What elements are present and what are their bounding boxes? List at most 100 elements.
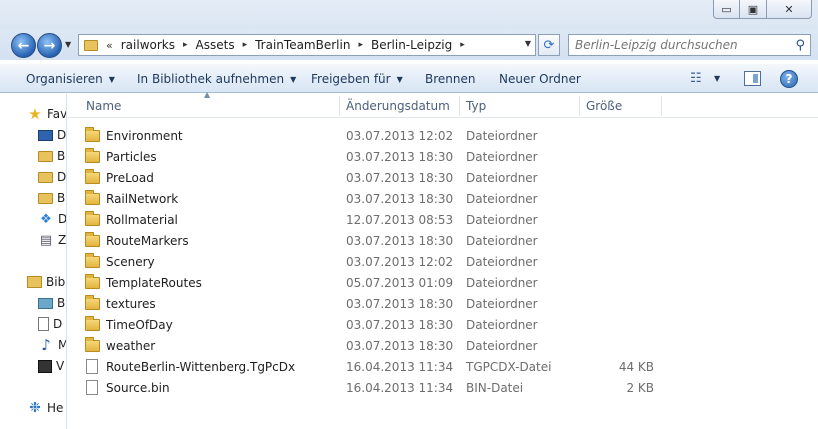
- computer-icon: ▤: [39, 232, 53, 248]
- recent-pages-dropdown[interactable]: ▼: [65, 40, 71, 49]
- preview-pane-icon[interactable]: [744, 71, 761, 86]
- breadcrumb-railworks[interactable]: railworks ▸: [121, 38, 196, 52]
- file-row[interactable]: textures 03.07.2013 18:30 Dateiordner: [68, 293, 818, 314]
- file-size: [580, 230, 654, 251]
- file-size: [580, 251, 654, 272]
- folder-icon: [38, 150, 53, 162]
- view-options-icon[interactable]: ☷: [690, 71, 702, 86]
- column-header-size[interactable]: Größe: [580, 94, 660, 118]
- file-name-cell: weather: [85, 335, 155, 356]
- breadcrumb-berlin-leipzig[interactable]: Berlin-Leipzig ▸: [371, 38, 473, 52]
- column-divider[interactable]: [661, 96, 662, 116]
- nav-videos[interactable]: V: [38, 356, 64, 376]
- nav-pictures[interactable]: B: [38, 293, 65, 313]
- file-date: 03.07.2013 18:30: [346, 149, 454, 164]
- file-name: RouteBerlin-Wittenberg.TgPcDx: [106, 359, 296, 374]
- file-row[interactable]: RouteBerlin-Wittenberg.TgPcDx 16.04.2013 …: [68, 356, 818, 377]
- minimize-button[interactable]: ▭: [713, 0, 740, 19]
- add-to-library-button[interactable]: In Bibliothek aufnehmen ▼: [137, 64, 296, 94]
- nav-favorite-folder[interactable]: B: [38, 188, 65, 208]
- chevron-down-icon: ▼: [396, 74, 403, 84]
- nav-libraries[interactable]: Bib: [27, 272, 65, 292]
- file-type: Dateiordner: [466, 149, 538, 164]
- file-row[interactable]: RailNetwork 03.07.2013 18:30 Dateiordner: [68, 188, 818, 209]
- organize-button[interactable]: Organisieren ▼: [26, 64, 115, 94]
- file-name-cell: Particles: [85, 146, 157, 167]
- column-header-date[interactable]: Änderungsdatum: [340, 94, 458, 118]
- nav-recent[interactable]: ▤ Z: [38, 230, 66, 250]
- forward-button[interactable]: →: [37, 33, 62, 58]
- breadcrumb-separator-icon[interactable]: ▸: [243, 40, 248, 50]
- share-with-button[interactable]: Freigeben für ▼: [311, 64, 403, 94]
- refresh-icon: ⟳: [543, 37, 555, 53]
- file-row[interactable]: Rollmaterial 12.07.2013 08:53 Dateiordner: [68, 209, 818, 230]
- address-overflow-button[interactable]: «: [106, 39, 113, 52]
- search-input[interactable]: [575, 38, 785, 52]
- nav-music[interactable]: ♪M: [38, 335, 66, 355]
- address-dropdown-icon[interactable]: ▼: [525, 39, 531, 48]
- breadcrumb-assets[interactable]: Assets ▸: [196, 38, 256, 52]
- help-icon[interactable]: ?: [780, 70, 798, 88]
- breadcrumb-separator-icon[interactable]: ▸: [183, 40, 188, 50]
- file-row[interactable]: Environment 03.07.2013 12:02 Dateiordner: [68, 125, 818, 146]
- maximize-icon: ▣: [747, 2, 759, 16]
- title-bar: ▭ ▣ ✕: [0, 0, 818, 30]
- file-row[interactable]: PreLoad 03.07.2013 18:30 Dateiordner: [68, 167, 818, 188]
- folder-icon: [85, 273, 100, 289]
- nav-documents[interactable]: D: [38, 314, 62, 334]
- file-size: [580, 293, 654, 314]
- file-row[interactable]: Scenery 03.07.2013 12:02 Dateiordner: [68, 251, 818, 272]
- file-type: Dateiordner: [466, 338, 538, 353]
- file-date: 12.07.2013 08:53: [346, 212, 454, 227]
- file-row[interactable]: weather 03.07.2013 18:30 Dateiordner: [68, 335, 818, 356]
- burn-button[interactable]: Brennen: [425, 64, 475, 94]
- address-bar[interactable]: « railworks ▸ Assets ▸ TrainTeamBerlin ▸ Be…: [78, 34, 536, 56]
- file-row[interactable]: TemplateRoutes 05.07.2013 01:09 Dateiordne…: [68, 272, 818, 293]
- file-size: [580, 209, 654, 230]
- file-size: 44 KB: [618, 359, 654, 374]
- file-name: PreLoad: [106, 170, 154, 185]
- nav-desktop[interactable]: D: [38, 125, 66, 145]
- search-icon[interactable]: ⚲: [795, 38, 805, 53]
- file-row[interactable]: Particles 03.07.2013 18:30 Dateiordner: [68, 146, 818, 167]
- file-name: RailNetwork: [106, 191, 179, 206]
- view-options-dropdown[interactable]: ▼: [714, 74, 720, 83]
- breadcrumb-separator-icon[interactable]: ▸: [358, 40, 363, 50]
- close-button[interactable]: ✕: [767, 0, 812, 19]
- column-header-type[interactable]: Typ: [460, 94, 578, 118]
- column-header-name[interactable]: Name: [80, 94, 338, 118]
- document-icon: [38, 317, 49, 331]
- maximize-button[interactable]: ▣: [740, 0, 767, 19]
- back-button[interactable]: ←: [11, 33, 36, 58]
- search-box[interactable]: ⚲: [568, 34, 811, 56]
- refresh-button[interactable]: ⟳: [538, 34, 560, 56]
- file-type: BIN-Datei: [466, 380, 524, 395]
- nav-dropbox[interactable]: ❖ D: [38, 209, 66, 229]
- folder-icon: [85, 189, 100, 205]
- folder-icon: [85, 147, 100, 163]
- file-row[interactable]: RouteMarkers 03.07.2013 18:30 Dateiordner: [68, 230, 818, 251]
- breadcrumb-separator-icon[interactable]: ▸: [460, 40, 465, 50]
- nav-favorite-folder[interactable]: B: [38, 146, 65, 166]
- file-date: 03.07.2013 18:30: [346, 191, 454, 206]
- file-type: Dateiordner: [466, 233, 538, 248]
- file-date: 03.07.2013 18:30: [346, 317, 454, 332]
- file-date: 03.07.2013 12:02: [346, 128, 454, 143]
- music-icon: ♪: [41, 336, 51, 354]
- nav-favorite-folder[interactable]: D: [38, 167, 66, 187]
- file-name: Rollmaterial: [106, 212, 178, 227]
- homegroup-icon: ❉: [29, 400, 41, 416]
- file-name: Particles: [106, 149, 157, 164]
- pictures-icon: [38, 297, 53, 309]
- file-row[interactable]: Source.bin 16.04.2013 11:34 BIN-Datei 2 KB: [68, 377, 818, 398]
- dropbox-icon: ❖: [40, 211, 52, 227]
- file-name-cell: textures: [85, 293, 156, 314]
- file-row[interactable]: TimeOfDay 03.07.2013 18:30 Dateiordner: [68, 314, 818, 335]
- breadcrumb-trainteamberlin[interactable]: TrainTeamBerlin ▸: [255, 38, 371, 52]
- nav-homegroup[interactable]: ❉ He: [27, 398, 63, 418]
- file-name: TemplateRoutes: [106, 275, 202, 290]
- new-folder-button[interactable]: Neuer Ordner: [499, 64, 581, 94]
- file-name: RouteMarkers: [106, 233, 189, 248]
- nav-favorites[interactable]: ★ Fav: [27, 104, 66, 124]
- file-type: TGPCDX-Datei: [466, 359, 552, 374]
